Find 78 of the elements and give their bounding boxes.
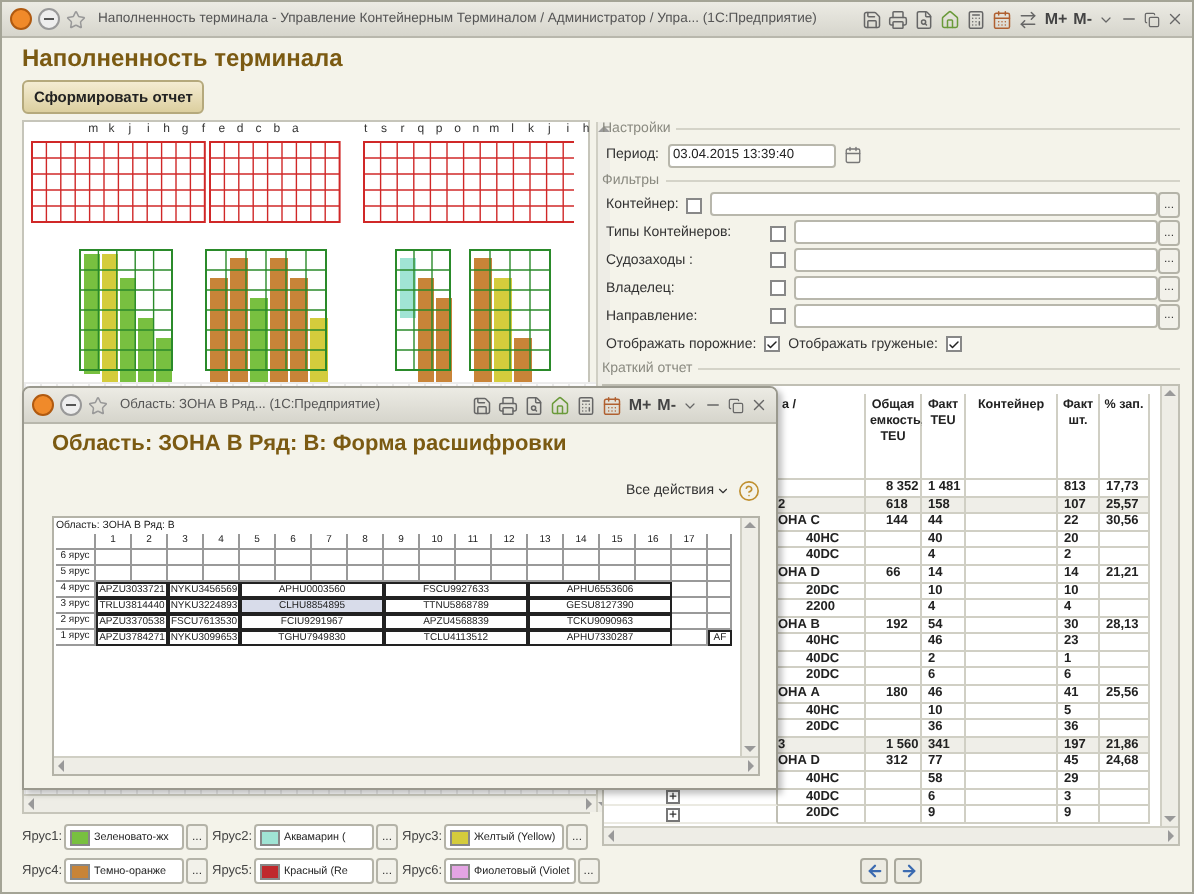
table-cell: [1100, 600, 1150, 618]
table-cell: [866, 668, 922, 687]
table-cell: [866, 720, 922, 738]
caret-icon: [716, 483, 730, 497]
save-icon[interactable]: [862, 9, 883, 29]
checkbox[interactable]: [770, 252, 786, 269]
print-icon[interactable]: [888, 9, 909, 29]
scrollbar[interactable]: [24, 794, 596, 812]
table-cell: [1100, 634, 1150, 652]
filter-field[interactable]: [794, 275, 1158, 300]
table-cell: [866, 548, 922, 566]
star-icon[interactable]: [88, 395, 108, 415]
checkbox[interactable]: [770, 308, 786, 325]
filter-field[interactable]: [794, 220, 1158, 245]
checkbox[interactable]: [764, 336, 781, 353]
arrows-icon[interactable]: [1018, 9, 1039, 29]
scrollbar[interactable]: [54, 756, 758, 774]
table-cell: [866, 772, 922, 790]
home-icon[interactable]: [940, 9, 961, 29]
table-cell: [966, 548, 1058, 566]
preview-icon[interactable]: [524, 395, 545, 415]
table-cell: [966, 514, 1058, 532]
table-cell: [966, 686, 1058, 704]
home-icon[interactable]: [550, 395, 571, 415]
arrow-right-icon: [899, 862, 917, 881]
table-cell: [966, 720, 1058, 738]
checkbox[interactable]: [686, 197, 703, 214]
scrollbar[interactable]: [1160, 385, 1178, 827]
filter-field[interactable]: [794, 247, 1158, 272]
calendar-icon[interactable]: [843, 146, 861, 165]
calendar-icon[interactable]: [992, 9, 1013, 29]
table-cell: [1100, 772, 1150, 790]
memory-button[interactable]: M+: [1044, 10, 1068, 28]
restore-icon[interactable]: [1144, 11, 1160, 27]
restore-icon[interactable]: [728, 397, 744, 413]
expand-icon[interactable]: [666, 807, 680, 822]
checkbox[interactable]: [945, 336, 962, 353]
table-cell: [966, 634, 1058, 652]
table-cell: [866, 634, 922, 652]
scrollbar[interactable]: [604, 826, 1178, 845]
checkbox[interactable]: [770, 225, 786, 242]
table-cell: [866, 600, 922, 618]
app-logo-icon[interactable]: [10, 8, 32, 30]
calculator-icon[interactable]: [966, 9, 987, 29]
next-button[interactable]: [894, 858, 922, 885]
close-icon[interactable]: [750, 396, 768, 414]
table-cell: [1100, 720, 1150, 738]
table-cell: [966, 600, 1058, 618]
table-cell: [1100, 806, 1150, 824]
filter-field[interactable]: [794, 303, 1158, 328]
print-icon[interactable]: [498, 395, 519, 415]
save-icon[interactable]: [472, 395, 493, 415]
star-icon[interactable]: [66, 9, 86, 29]
memory-button[interactable]: M-: [657, 396, 676, 414]
table-cell: [966, 806, 1058, 824]
close-icon[interactable]: [1166, 10, 1184, 28]
calculator-icon[interactable]: [576, 395, 597, 415]
calendar-icon[interactable]: [602, 395, 623, 415]
form-title: Наполненность терминала: [22, 44, 345, 74]
table-cell: [966, 772, 1058, 790]
form-title: Область: ЗОНА В Ряд: В: Форма расшифровки: [52, 432, 569, 460]
preview-icon[interactable]: [914, 9, 935, 29]
memory-button[interactable]: M-: [1073, 10, 1092, 28]
table-cell: [866, 806, 922, 824]
menu-icon[interactable]: [38, 8, 60, 30]
app-logo-icon[interactable]: [32, 394, 54, 416]
table-cell: [966, 754, 1058, 773]
help-icon[interactable]: [738, 479, 760, 501]
table-cell: [1100, 548, 1150, 566]
filter-field[interactable]: [710, 192, 1158, 217]
checkbox[interactable]: [770, 280, 786, 297]
menu-icon[interactable]: [60, 394, 82, 416]
memory-button[interactable]: M+: [628, 396, 652, 414]
arrow-left-icon: [865, 862, 883, 881]
scrollbar[interactable]: [740, 518, 758, 756]
table-cell: [1100, 668, 1150, 687]
previous-button[interactable]: [860, 858, 888, 885]
table-cell: [966, 668, 1058, 687]
